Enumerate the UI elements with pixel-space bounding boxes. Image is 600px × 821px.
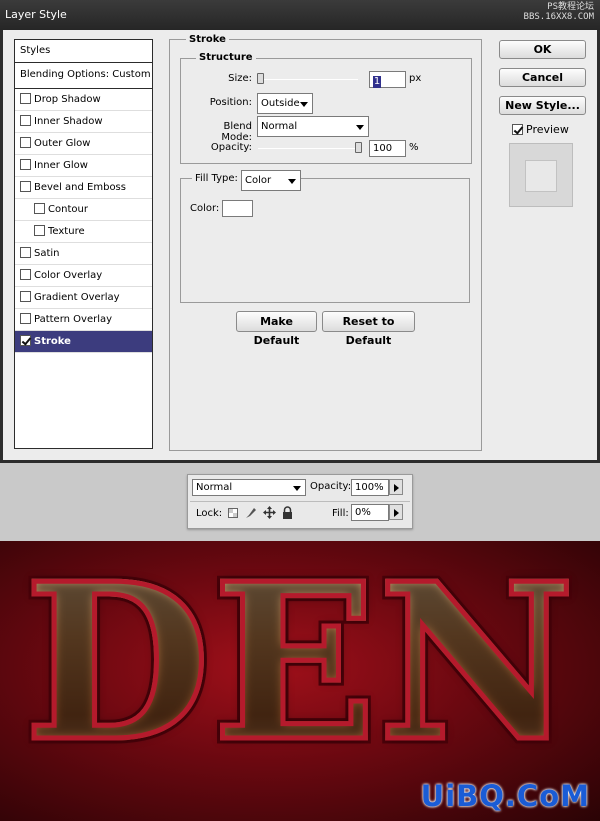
checkbox-icon[interactable] bbox=[34, 203, 45, 214]
blending-options-item[interactable]: Blending Options: Custom bbox=[15, 63, 152, 89]
layer-blend-mode-select[interactable]: Normal bbox=[192, 479, 306, 496]
structure-title: Structure bbox=[196, 52, 256, 63]
fill-input[interactable]: 0% bbox=[351, 504, 389, 521]
style-item-label: Stroke bbox=[34, 336, 71, 347]
lock-transparent-icon[interactable] bbox=[228, 508, 238, 518]
size-unit: px bbox=[409, 73, 422, 84]
styles-list: Styles Blending Options: Custom Drop Sha… bbox=[14, 39, 153, 449]
opacity-slider-track[interactable] bbox=[258, 148, 360, 149]
size-slider-thumb[interactable] bbox=[257, 73, 264, 84]
style-item-pattern-overlay[interactable]: Pattern Overlay bbox=[15, 309, 152, 331]
checkbox-icon[interactable] bbox=[20, 247, 31, 258]
layers-divider bbox=[190, 501, 410, 502]
checkbox-icon[interactable] bbox=[20, 335, 31, 346]
size-value: 1 bbox=[373, 76, 381, 88]
checkbox-icon[interactable] bbox=[20, 291, 31, 302]
size-slider-track[interactable] bbox=[258, 79, 358, 80]
chevron-down-icon bbox=[293, 486, 301, 491]
style-item-bevel-and-emboss[interactable]: Bevel and Emboss bbox=[15, 177, 152, 199]
style-item-outer-glow[interactable]: Outer Glow bbox=[15, 133, 152, 155]
chevron-down-icon bbox=[288, 179, 296, 184]
checkbox-icon[interactable] bbox=[20, 115, 31, 126]
style-item-label: Texture bbox=[48, 226, 85, 237]
new-style-button[interactable]: New Style... bbox=[499, 96, 586, 115]
position-value: Outside bbox=[261, 98, 300, 109]
preview-check-icon bbox=[512, 124, 523, 135]
opacity-unit: % bbox=[409, 142, 419, 153]
checkbox-icon[interactable] bbox=[20, 93, 31, 104]
preview-checkbox[interactable]: Preview bbox=[512, 123, 569, 136]
style-item-color-overlay[interactable]: Color Overlay bbox=[15, 265, 152, 287]
checkbox-icon[interactable] bbox=[20, 159, 31, 170]
reset-to-default-button[interactable]: Reset to Default bbox=[322, 311, 415, 347]
style-item-label: Satin bbox=[34, 248, 60, 259]
style-item-texture[interactable]: Texture bbox=[15, 221, 152, 243]
style-item-label: Inner Glow bbox=[34, 160, 88, 171]
brush-icon[interactable] bbox=[245, 507, 257, 519]
opacity-label: Opacity: bbox=[210, 142, 252, 153]
blend-mode-label: Blend Mode: bbox=[221, 121, 252, 143]
lock-label: Lock: bbox=[196, 508, 223, 519]
checkbox-icon[interactable] bbox=[20, 313, 31, 324]
preview-thumbnail bbox=[509, 143, 573, 207]
chevron-down-icon bbox=[300, 102, 308, 107]
blend-mode-value: Normal bbox=[261, 121, 298, 132]
watermark-top-line1: PS教程论坛 bbox=[547, 2, 594, 12]
opacity-input[interactable]: 100 bbox=[369, 140, 406, 157]
style-item-inner-shadow[interactable]: Inner Shadow bbox=[15, 111, 152, 133]
color-swatch[interactable] bbox=[222, 200, 253, 217]
position-select[interactable]: Outside bbox=[257, 93, 313, 114]
color-label: Color: bbox=[190, 203, 220, 214]
lock-icon[interactable] bbox=[282, 506, 293, 519]
style-item-label: Pattern Overlay bbox=[34, 314, 113, 325]
style-item-label: Inner Shadow bbox=[34, 116, 103, 127]
style-item-inner-glow[interactable]: Inner Glow bbox=[15, 155, 152, 177]
style-item-gradient-overlay[interactable]: Gradient Overlay bbox=[15, 287, 152, 309]
fill-flyout-arrow-icon[interactable] bbox=[389, 504, 403, 520]
checkbox-icon[interactable] bbox=[34, 225, 45, 236]
make-default-button[interactable]: Make Default bbox=[236, 311, 317, 347]
dialog-title-bar: Layer Style bbox=[0, 0, 600, 30]
dialog-title: Layer Style bbox=[5, 8, 67, 21]
preview-label: Preview bbox=[526, 123, 569, 136]
artwork-text: DEN bbox=[22, 541, 578, 793]
style-item-label: Outer Glow bbox=[34, 138, 91, 149]
checkbox-icon[interactable] bbox=[20, 269, 31, 280]
stroke-title: Stroke bbox=[186, 34, 229, 45]
style-item-label: Contour bbox=[48, 204, 88, 215]
watermark-top-line2: BBS.16XX8.COM bbox=[523, 12, 594, 22]
opacity-slider-thumb[interactable] bbox=[355, 142, 362, 153]
move-icon[interactable] bbox=[263, 506, 276, 519]
watermark-top: PS教程论坛 BBS.16XX8.COM bbox=[524, 2, 594, 22]
checkbox-icon[interactable] bbox=[20, 181, 31, 192]
preview-swatch bbox=[525, 160, 557, 192]
styles-header[interactable]: Styles bbox=[15, 40, 152, 63]
size-label: Size: bbox=[228, 73, 252, 84]
style-item-label: Bevel and Emboss bbox=[34, 182, 126, 193]
style-item-label: Gradient Overlay bbox=[34, 292, 120, 303]
style-item-satin[interactable]: Satin bbox=[15, 243, 152, 265]
style-item-label: Color Overlay bbox=[34, 270, 103, 281]
size-input[interactable]: 1 bbox=[369, 71, 406, 88]
chevron-down-icon bbox=[356, 125, 364, 130]
cancel-button[interactable]: Cancel bbox=[499, 68, 586, 87]
fill-type-value: Color bbox=[245, 175, 272, 186]
fill-type-group bbox=[180, 178, 470, 303]
style-item-stroke[interactable]: Stroke bbox=[15, 331, 152, 353]
layer-opacity-input[interactable]: 100% bbox=[351, 479, 389, 496]
ok-button[interactable]: OK bbox=[499, 40, 586, 59]
layer-opacity-label: Opacity: bbox=[310, 481, 352, 492]
watermark-bottom: UiBQ.CoM bbox=[420, 779, 590, 813]
layer-blend-mode-value: Normal bbox=[196, 482, 233, 493]
fill-type-select[interactable]: Color bbox=[241, 170, 301, 191]
style-item-contour[interactable]: Contour bbox=[15, 199, 152, 221]
checkbox-icon[interactable] bbox=[20, 137, 31, 148]
fill-label: Fill: bbox=[332, 508, 349, 519]
fill-type-label: Fill Type: bbox=[192, 173, 241, 184]
opacity-flyout-arrow-icon[interactable] bbox=[389, 479, 403, 495]
style-item-label: Drop Shadow bbox=[34, 94, 101, 105]
position-label: Position: bbox=[209, 97, 252, 108]
blend-mode-select[interactable]: Normal bbox=[257, 116, 369, 137]
style-item-drop-shadow[interactable]: Drop Shadow bbox=[15, 89, 152, 111]
